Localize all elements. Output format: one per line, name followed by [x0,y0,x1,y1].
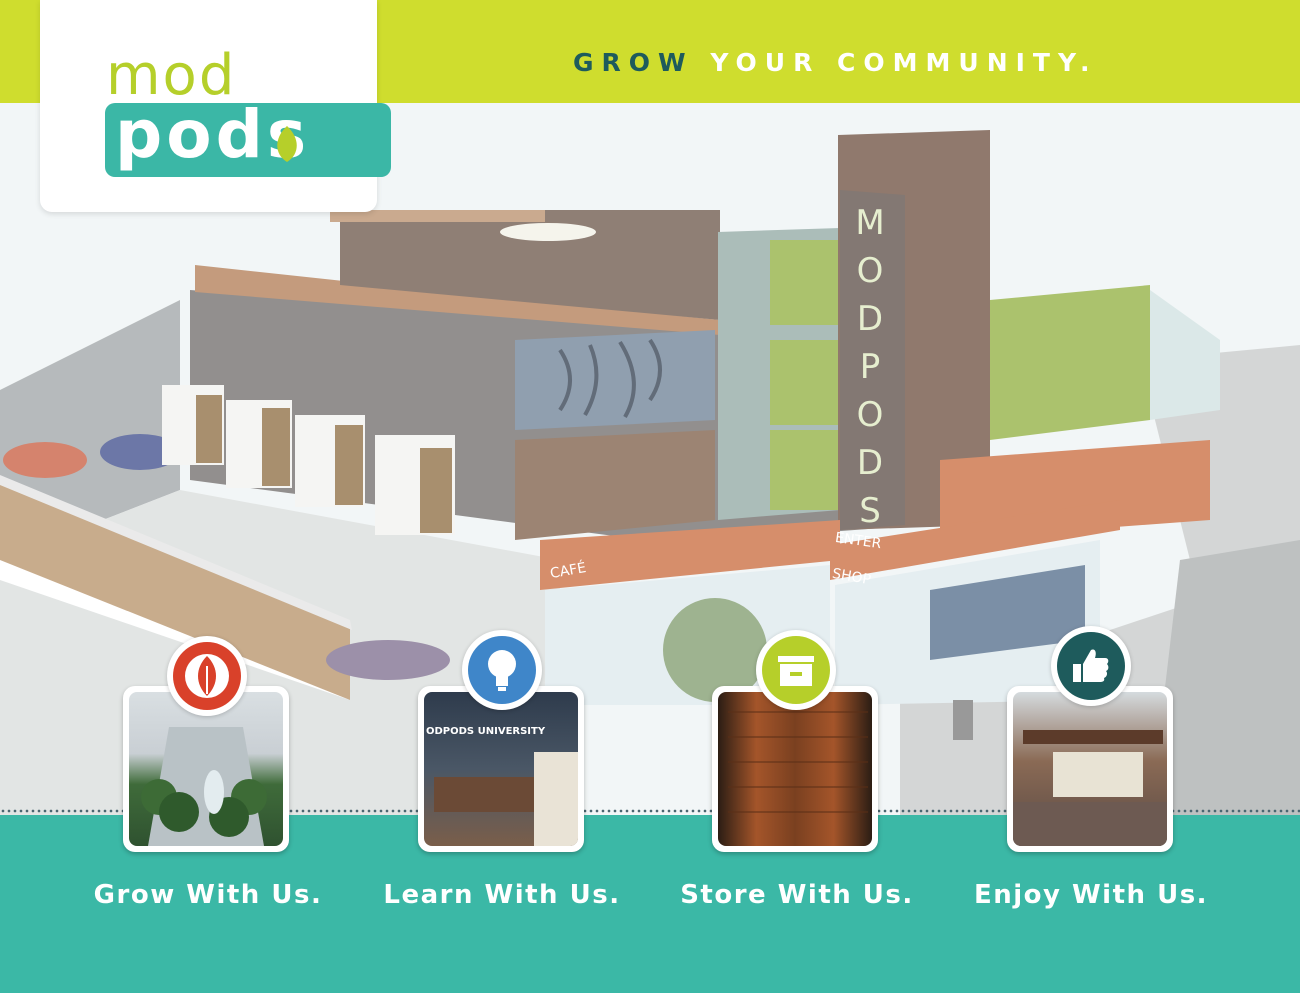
store-photo [718,692,872,846]
thumbs-up-icon [1073,649,1109,682]
file-drawer-icon [778,656,814,686]
tagline-highlight: GROW [573,48,694,77]
store-card[interactable] [712,686,878,852]
enjoy-photo [1013,692,1167,846]
enjoy-badge[interactable] [1051,626,1131,706]
logo-leaf-icon [277,126,297,162]
leaf-icon [185,654,229,698]
enjoy-caption: Enjoy With Us. [973,880,1209,910]
logo: mod pods [40,0,391,212]
lounge-illustration [1013,730,1167,846]
store-caption: Store With Us. [680,880,914,910]
grow-badge[interactable] [167,636,247,716]
tagline: GROW YOUR COMMUNITY. [573,48,1097,77]
lightbulb-icon [488,650,516,691]
store-badge[interactable] [756,630,836,710]
learn-photo: ODPODS UNIVERSITY [424,692,578,846]
tower-sign: MODPODS [850,203,890,539]
enjoy-card[interactable] [1007,686,1173,852]
grow-caption: Grow With Us. [93,880,323,910]
page: GROW YOUR COMMUNITY. MODPODS CAFÉ ENTER … [0,0,1300,993]
classroom-illustration [434,752,578,846]
learn-badge[interactable] [462,630,542,710]
learn-caption: Learn With Us. [383,880,621,910]
university-sign: ODPODS UNIVERSITY [426,726,546,737]
tagline-rest: YOUR COMMUNITY. [710,48,1098,77]
lockers-illustration [728,711,868,813]
learn-card[interactable]: ODPODS UNIVERSITY [418,686,584,852]
